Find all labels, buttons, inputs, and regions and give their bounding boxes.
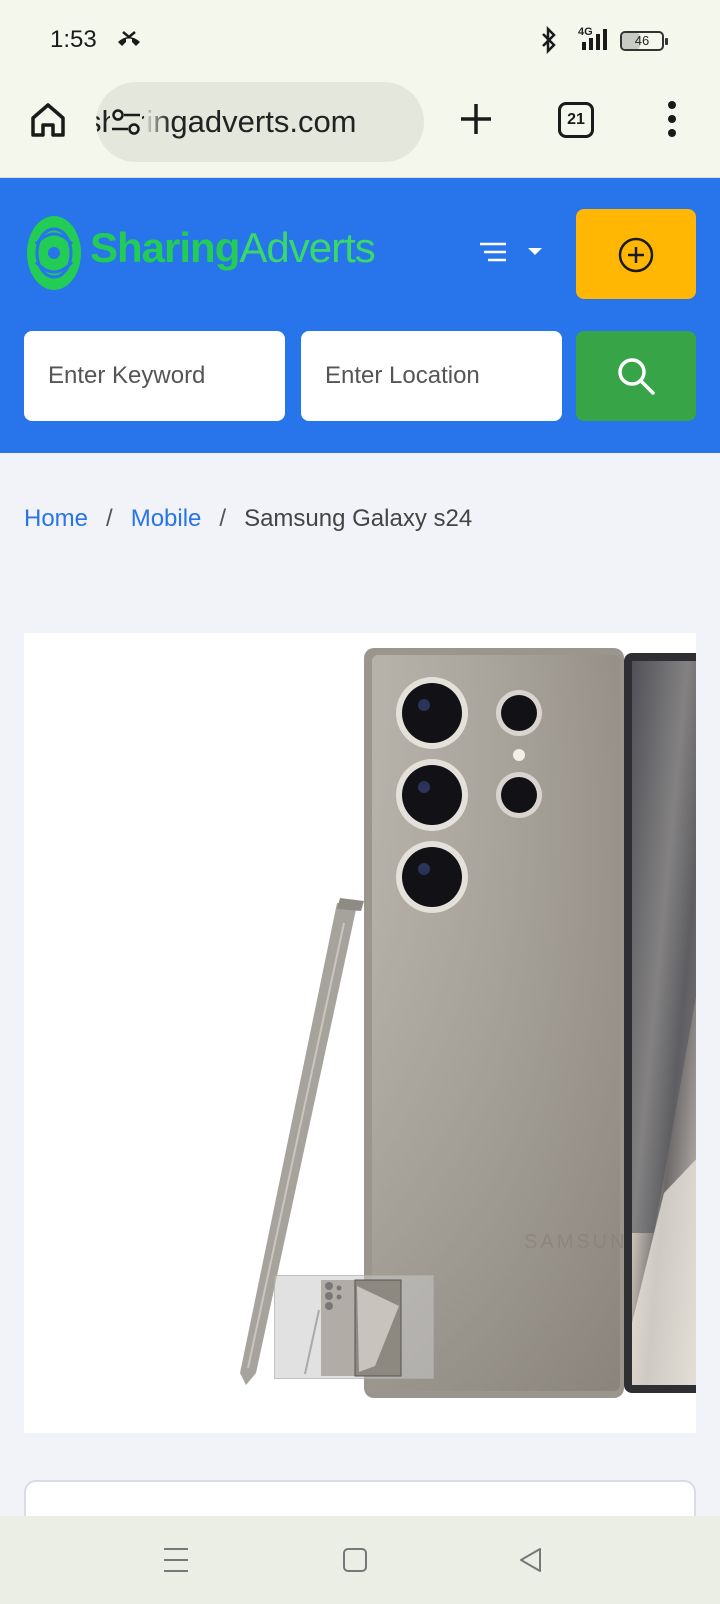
new-tab-icon[interactable] (458, 101, 494, 137)
breadcrumb-separator: / (106, 505, 113, 532)
logo-text-bold: Sharing (90, 224, 240, 271)
menu-toggle-icon[interactable] (476, 238, 546, 268)
breadcrumb-separator: / (219, 505, 227, 532)
keyword-input[interactable] (24, 331, 285, 421)
back-icon[interactable] (518, 1546, 544, 1574)
signal-icon (582, 29, 607, 50)
site-settings-icon[interactable] (110, 108, 142, 136)
home-icon[interactable] (28, 100, 68, 140)
battery-level: 46 (634, 33, 650, 48)
search-button[interactable] (576, 331, 696, 421)
breadcrumb: Home / Mobile / Samsung Galaxy s24 (24, 505, 472, 533)
tabs-button[interactable]: 21 (558, 102, 594, 138)
system-navigation-bar (0, 1516, 720, 1604)
more-vert-icon[interactable] (662, 100, 682, 140)
site-header: SharingAdverts (0, 178, 720, 453)
breadcrumb-mobile[interactable]: Mobile (131, 505, 202, 532)
logo-text-light: Adverts (239, 224, 375, 271)
product-image[interactable]: SAMSUNG (24, 633, 696, 1433)
sharingadverts-logo-icon[interactable] (26, 214, 82, 292)
image-thumbnail[interactable] (274, 1275, 434, 1379)
url-fade (144, 82, 170, 162)
site-logo-text[interactable]: SharingAdverts (90, 224, 376, 272)
status-time: 1:53 (50, 26, 97, 53)
post-ad-button[interactable] (576, 209, 696, 299)
bluetooth-icon (542, 26, 556, 54)
breadcrumb-current: Samsung Galaxy s24 (244, 505, 473, 532)
location-input[interactable] (301, 331, 562, 421)
battery-indicator: 46 (620, 31, 668, 51)
address-bar[interactable]: sharingadverts.com (96, 82, 424, 162)
recents-icon[interactable] (163, 1546, 189, 1574)
plus-circle-icon (618, 237, 654, 273)
home-icon[interactable] (342, 1546, 368, 1574)
breadcrumb-home[interactable]: Home (24, 505, 88, 532)
thumbnail-phone-photo (304, 1279, 402, 1377)
browser-toolbar: sharingadverts.com 21 (0, 82, 720, 178)
status-bar: 1:53 4G 46 (0, 0, 720, 82)
search-icon (618, 358, 655, 395)
missed-call-icon (118, 31, 140, 46)
